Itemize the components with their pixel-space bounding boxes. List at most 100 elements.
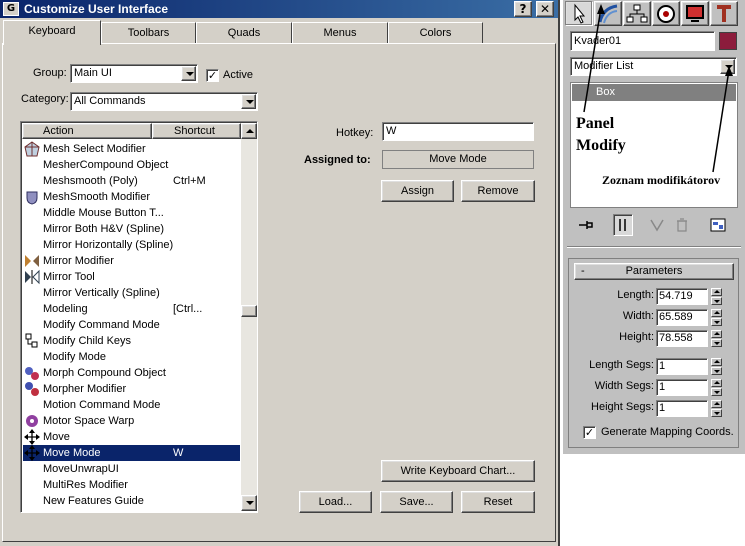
list-item[interactable]: Mirror Tool [23, 269, 240, 285]
spinner-down-icon[interactable] [711, 388, 722, 396]
list-item[interactable]: MultiRes Modifier [23, 477, 240, 493]
list-item-action: Modify Mode [43, 351, 106, 363]
list-item-action: Move [43, 431, 70, 443]
list-item[interactable]: Morph Compound Object [23, 365, 240, 381]
display-icon[interactable] [681, 1, 709, 26]
spinner-up-icon[interactable] [711, 330, 722, 338]
generate-mapping-checkbox[interactable]: ✓ [583, 426, 596, 439]
tab-quads[interactable]: Quads [196, 22, 292, 44]
make-unique-icon[interactable] [648, 216, 666, 234]
tab-toolbars[interactable]: Toolbars [101, 22, 196, 44]
list-item[interactable]: Mirror Both H&V (Spline) [23, 221, 240, 237]
remove-button[interactable]: Remove [461, 180, 535, 202]
spinner[interactable] [711, 288, 722, 305]
spinner-up-icon[interactable] [711, 379, 722, 387]
list-item[interactable]: Mirror Horizontally (Spline) [23, 237, 240, 253]
vertical-scrollbar[interactable] [241, 123, 257, 511]
list-item[interactable]: Mesh Select Modifier [23, 141, 240, 157]
category-select[interactable]: All Commands [70, 92, 258, 111]
list-item[interactable]: Middle Mouse Button T... [23, 205, 240, 221]
tab-keyboard[interactable]: Keyboard [3, 20, 101, 45]
action-list[interactable]: Action Shortcut Mesh Select Modifier Mesh… [20, 121, 258, 513]
list-item[interactable]: Modify Command Mode [23, 317, 240, 333]
hotkey-input[interactable]: W [382, 122, 534, 141]
list-item[interactable]: MeshSmooth Modifier [23, 189, 240, 205]
list-item[interactable]: New Features Guide [23, 493, 240, 509]
param-input[interactable]: 1 [656, 400, 708, 417]
spinner-up-icon[interactable] [711, 358, 722, 366]
spinner-up-icon[interactable] [711, 309, 722, 317]
create-icon[interactable] [565, 1, 593, 26]
chevron-down-icon[interactable] [181, 66, 196, 81]
parameters-rollout-header[interactable]: - Parameters [574, 263, 734, 280]
collapse-icon[interactable]: - [581, 264, 585, 279]
spinner[interactable] [711, 330, 722, 347]
column-header-action[interactable]: Action [22, 123, 152, 139]
load-button[interactable]: Load... [299, 491, 372, 513]
spinner-up-icon[interactable] [711, 288, 722, 296]
spinner[interactable] [711, 309, 722, 326]
list-item[interactable]: Mirror Vertically (Spline) [23, 285, 240, 301]
list-item-action: Mirror Vertically (Spline) [43, 287, 160, 299]
spinner-down-icon[interactable] [711, 409, 722, 417]
spinner-up-icon[interactable] [711, 400, 722, 408]
param-input[interactable]: 65.589 [656, 309, 708, 326]
list-item[interactable]: Modeling [Ctrl... [23, 301, 240, 317]
motion-icon[interactable] [652, 1, 680, 26]
modify-icon[interactable] [594, 1, 622, 26]
scroll-down-button[interactable] [241, 495, 257, 511]
pin-stack-icon[interactable] [577, 216, 595, 234]
list-item[interactable]: MesherCompound Object [23, 157, 240, 173]
hierarchy-icon[interactable] [623, 1, 651, 26]
spinner[interactable] [711, 358, 722, 375]
list-item[interactable]: Motor Space Warp [23, 413, 240, 429]
list-item[interactable]: Modify Mode [23, 349, 240, 365]
param-input[interactable]: 78.558 [656, 330, 708, 347]
scroll-up-button[interactable] [241, 123, 257, 139]
scroll-thumb[interactable] [241, 305, 257, 317]
list-item[interactable]: Motion Command Mode [23, 397, 240, 413]
active-checkbox[interactable]: ✓ [206, 69, 219, 82]
spinner[interactable] [711, 379, 722, 396]
list-item-action: Middle Mouse Button T... [43, 207, 164, 219]
list-item-action: MultiRes Modifier [43, 479, 128, 491]
list-item[interactable]: Mirror Modifier [23, 253, 240, 269]
list-item[interactable]: Move [23, 429, 240, 445]
chevron-down-icon[interactable] [241, 94, 256, 109]
list-item[interactable]: Move Mode W [23, 445, 240, 461]
group-select[interactable]: Main UI [70, 64, 198, 83]
spinner-down-icon[interactable] [711, 339, 722, 347]
write-keyboard-chart-button[interactable]: Write Keyboard Chart... [381, 460, 535, 482]
show-end-result-icon[interactable] [613, 214, 633, 236]
spinner[interactable] [711, 400, 722, 417]
object-name-input[interactable]: Kvader01 [570, 31, 715, 51]
spinner-down-icon[interactable] [711, 297, 722, 305]
param-input[interactable]: 54.719 [656, 288, 708, 305]
configure-sets-icon[interactable] [709, 216, 727, 234]
object-color-swatch[interactable] [719, 32, 737, 50]
param-input[interactable]: 1 [656, 379, 708, 396]
spinner-down-icon[interactable] [711, 367, 722, 375]
list-item[interactable]: MoveUnwrapUI [23, 461, 240, 477]
remove-modifier-icon[interactable] [673, 216, 691, 234]
reset-button[interactable]: Reset [461, 491, 535, 513]
utilities-icon[interactable] [710, 1, 738, 26]
assign-button[interactable]: Assign [381, 180, 454, 202]
param-label: Length: [617, 289, 654, 301]
stack-item-box[interactable]: Box [572, 84, 736, 101]
close-button[interactable]: ✕ [536, 1, 554, 17]
modifier-list-dropdown[interactable]: Modifier List [570, 57, 737, 76]
generate-mapping-label: Generate Mapping Coords. [601, 426, 734, 438]
column-header-shortcut[interactable]: Shortcut [152, 123, 241, 139]
list-item[interactable]: Morpher Modifier [23, 381, 240, 397]
list-item[interactable]: Modify Child Keys [23, 333, 240, 349]
param-input[interactable]: 1 [656, 358, 708, 375]
chevron-down-icon[interactable] [720, 59, 735, 74]
save-button[interactable]: Save... [380, 491, 453, 513]
title-bar[interactable]: G Customize User Interface ? ✕ [0, 0, 558, 18]
tab-colors[interactable]: Colors [388, 22, 483, 44]
help-button[interactable]: ? [514, 1, 532, 17]
tab-menus[interactable]: Menus [292, 22, 388, 44]
list-item[interactable]: Meshsmooth (Poly) Ctrl+M [23, 173, 240, 189]
spinner-down-icon[interactable] [711, 318, 722, 326]
